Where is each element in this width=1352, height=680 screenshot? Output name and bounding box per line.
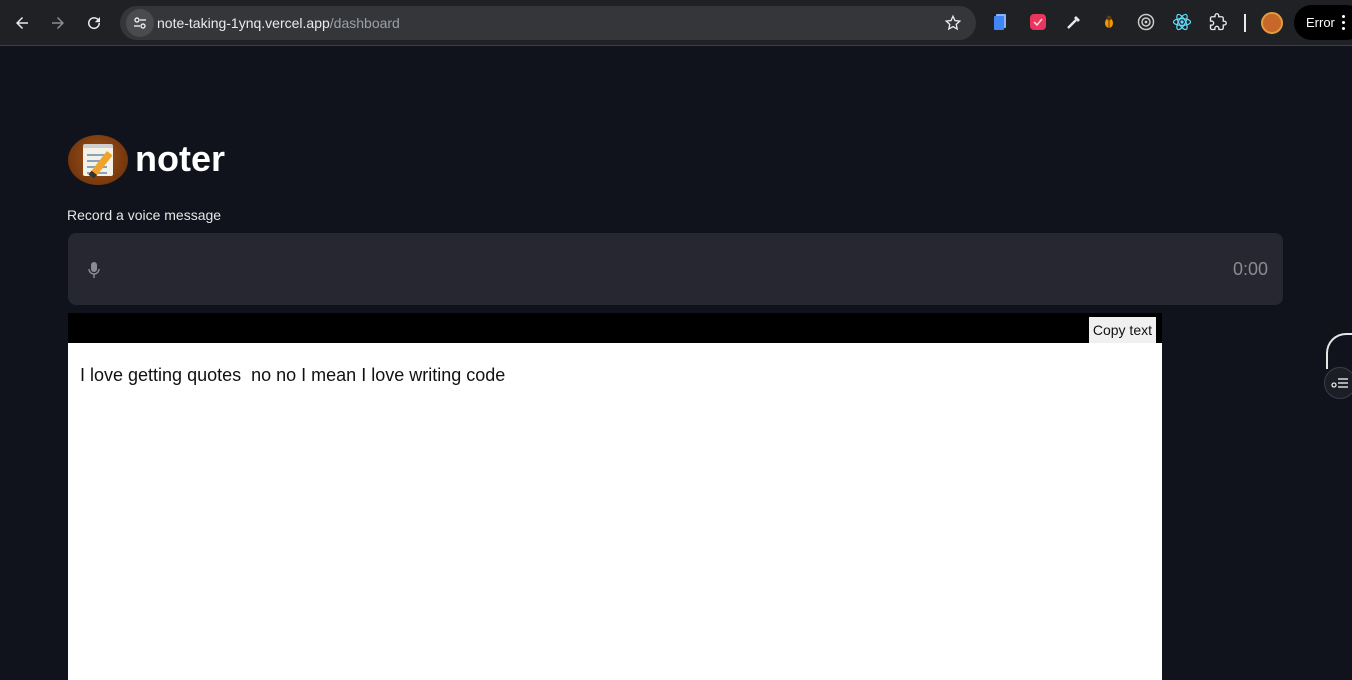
error-label: Error xyxy=(1306,15,1335,30)
profile-avatar[interactable] xyxy=(1261,12,1283,34)
brand-title: noter xyxy=(135,138,225,179)
bookmark-star-icon[interactable] xyxy=(944,14,962,32)
side-widget-handle[interactable] xyxy=(1326,333,1352,369)
voice-recorder[interactable]: 0:00 xyxy=(68,233,1283,305)
editor-toolbar: Copy text xyxy=(68,313,1162,343)
notepad-icon xyxy=(83,144,113,179)
forward-button[interactable] xyxy=(43,8,73,38)
site-info-button[interactable] xyxy=(126,9,154,37)
error-status-button[interactable]: Error xyxy=(1294,5,1352,40)
url-host: note-taking-1ynq.vercel.app xyxy=(157,15,330,31)
extension-pink-icon[interactable] xyxy=(1028,12,1048,32)
more-vert-icon xyxy=(1342,15,1346,33)
note-editor[interactable]: I love getting quotes no no I mean I lov… xyxy=(68,343,1162,680)
arrow-left-icon xyxy=(16,17,28,29)
side-widget-button[interactable] xyxy=(1324,367,1352,399)
page-content: noter Record a voice message 0:00 Copy t… xyxy=(0,47,1352,680)
url-path: /dashboard xyxy=(329,15,400,31)
extensions-puzzle-icon[interactable] xyxy=(1208,12,1228,32)
list-settings-icon xyxy=(1331,378,1348,388)
noter-logo xyxy=(68,135,128,185)
microphone-icon[interactable] xyxy=(87,261,101,279)
tune-icon xyxy=(134,17,146,29)
browser-toolbar: note-taking-1ynq.vercel.app/dashboard Er… xyxy=(0,0,1352,46)
recording-timer: 0:00 xyxy=(1232,259,1268,279)
bug-icon[interactable] xyxy=(1099,12,1119,32)
target-icon[interactable] xyxy=(1136,12,1156,32)
record-label: Record a voice message xyxy=(67,207,222,223)
reload-button[interactable] xyxy=(79,8,109,38)
back-button[interactable] xyxy=(7,8,37,38)
url-text: note-taking-1ynq.vercel.app/dashboard xyxy=(157,15,400,31)
arrow-right-icon xyxy=(52,17,64,29)
copy-text-button[interactable]: Copy text xyxy=(1088,317,1156,343)
toolbar-divider xyxy=(1244,14,1246,32)
reload-icon xyxy=(88,17,101,30)
address-bar[interactable]: note-taking-1ynq.vercel.app/dashboard xyxy=(120,6,976,40)
extension-docs-icon[interactable] xyxy=(991,12,1011,32)
eyedropper-icon[interactable] xyxy=(1064,12,1084,32)
react-devtools-icon[interactable] xyxy=(1172,12,1192,32)
note-text[interactable]: I love getting quotes no no I mean I lov… xyxy=(80,365,505,386)
